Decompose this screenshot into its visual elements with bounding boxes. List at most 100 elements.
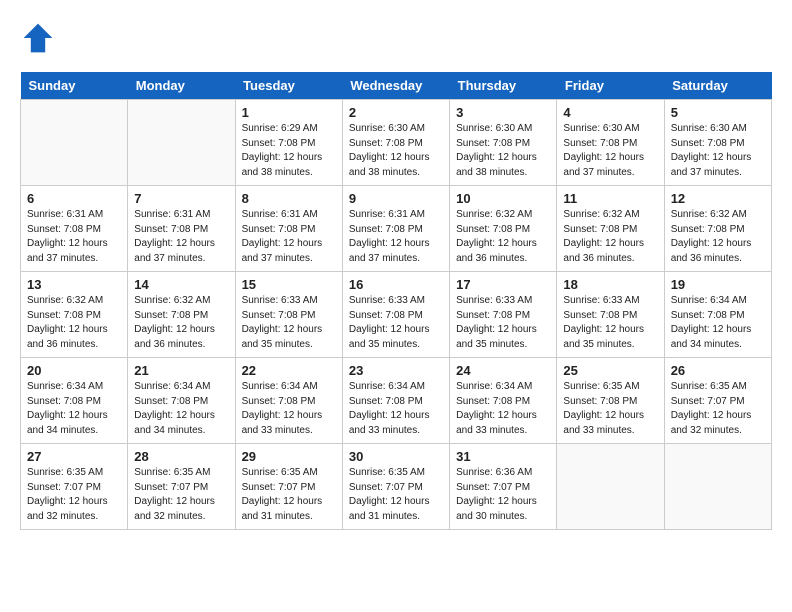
- day-cell: 30 Sunrise: 6:35 AM Sunset: 7:07 PM Dayli…: [342, 444, 449, 530]
- day-cell: 9 Sunrise: 6:31 AM Sunset: 7:08 PM Daylig…: [342, 186, 449, 272]
- day-number: 12: [671, 191, 765, 206]
- week-row-4: 20 Sunrise: 6:34 AM Sunset: 7:08 PM Dayli…: [21, 358, 772, 444]
- day-info: Sunrise: 6:35 AM Sunset: 7:08 PM Dayligh…: [563, 380, 657, 438]
- day-number: 19: [671, 277, 765, 292]
- day-info: Sunrise: 6:34 AM Sunset: 7:08 PM Dayligh…: [134, 380, 228, 438]
- day-number: 14: [134, 277, 228, 292]
- day-number: 29: [242, 449, 336, 464]
- day-cell: [21, 100, 128, 186]
- day-cell: [557, 444, 664, 530]
- day-info: Sunrise: 6:36 AM Sunset: 7:07 PM Dayligh…: [456, 466, 550, 524]
- day-cell: 25 Sunrise: 6:35 AM Sunset: 7:08 PM Dayli…: [557, 358, 664, 444]
- day-number: 18: [563, 277, 657, 292]
- day-number: 5: [671, 105, 765, 120]
- logo-icon: [20, 20, 56, 56]
- day-cell: 6Sunrise: 6:31 AM Sunset: 7:08 PM Daylig…: [21, 186, 128, 272]
- day-number: 26: [671, 363, 765, 378]
- day-number: 11: [563, 191, 657, 206]
- day-cell: 12 Sunrise: 6:32 AM Sunset: 7:08 PM Dayli…: [664, 186, 771, 272]
- day-cell: [128, 100, 235, 186]
- day-cell: 31 Sunrise: 6:36 AM Sunset: 7:07 PM Dayli…: [450, 444, 557, 530]
- day-info: Sunrise: 6:34 AM Sunset: 7:08 PM Dayligh…: [456, 380, 550, 438]
- day-number: 8: [242, 191, 336, 206]
- day-info: Sunrise: 6:34 AM Sunset: 7:08 PM Dayligh…: [27, 380, 121, 438]
- day-info: Sunrise: 6:32 AM Sunset: 7:08 PM Dayligh…: [563, 208, 657, 266]
- day-info: Sunrise: 6:31 AM Sunset: 7:08 PM Dayligh…: [27, 208, 121, 266]
- day-info: Sunrise: 6:30 AM Sunset: 7:08 PM Dayligh…: [349, 122, 443, 180]
- day-number: 21: [134, 363, 228, 378]
- day-cell: 17 Sunrise: 6:33 AM Sunset: 7:08 PM Dayli…: [450, 272, 557, 358]
- day-number: 24: [456, 363, 550, 378]
- weekday-header-row: SundayMondayTuesdayWednesdayThursdayFrid…: [21, 72, 772, 100]
- day-cell: 7 Sunrise: 6:31 AM Sunset: 7:08 PM Daylig…: [128, 186, 235, 272]
- day-info: Sunrise: 6:29 AM Sunset: 7:08 PM Dayligh…: [242, 122, 336, 180]
- day-number: 2: [349, 105, 443, 120]
- weekday-header-wednesday: Wednesday: [342, 72, 449, 100]
- week-row-5: 27 Sunrise: 6:35 AM Sunset: 7:07 PM Dayli…: [21, 444, 772, 530]
- weekday-header-sunday: Sunday: [21, 72, 128, 100]
- day-info: Sunrise: 6:35 AM Sunset: 7:07 PM Dayligh…: [349, 466, 443, 524]
- day-info: Sunrise: 6:32 AM Sunset: 7:08 PM Dayligh…: [27, 294, 121, 352]
- day-number: 25: [563, 363, 657, 378]
- day-cell: 21 Sunrise: 6:34 AM Sunset: 7:08 PM Dayli…: [128, 358, 235, 444]
- day-cell: 3 Sunrise: 6:30 AM Sunset: 7:08 PM Daylig…: [450, 100, 557, 186]
- page-header: [20, 20, 772, 56]
- week-row-1: 1 Sunrise: 6:29 AM Sunset: 7:08 PM Daylig…: [21, 100, 772, 186]
- day-cell: 23 Sunrise: 6:34 AM Sunset: 7:08 PM Dayli…: [342, 358, 449, 444]
- day-info: Sunrise: 6:35 AM Sunset: 7:07 PM Dayligh…: [134, 466, 228, 524]
- day-number: 9: [349, 191, 443, 206]
- day-info: Sunrise: 6:34 AM Sunset: 7:08 PM Dayligh…: [349, 380, 443, 438]
- day-cell: 11 Sunrise: 6:32 AM Sunset: 7:08 PM Dayli…: [557, 186, 664, 272]
- day-info: Sunrise: 6:35 AM Sunset: 7:07 PM Dayligh…: [27, 466, 121, 524]
- day-number: 30: [349, 449, 443, 464]
- day-info: Sunrise: 6:31 AM Sunset: 7:08 PM Dayligh…: [242, 208, 336, 266]
- day-cell: 26Sunrise: 6:35 AM Sunset: 7:07 PM Dayli…: [664, 358, 771, 444]
- day-info: Sunrise: 6:30 AM Sunset: 7:08 PM Dayligh…: [563, 122, 657, 180]
- day-info: Sunrise: 6:33 AM Sunset: 7:08 PM Dayligh…: [456, 294, 550, 352]
- day-info: Sunrise: 6:32 AM Sunset: 7:08 PM Dayligh…: [456, 208, 550, 266]
- day-number: 3: [456, 105, 550, 120]
- day-number: 13: [27, 277, 121, 292]
- day-cell: [664, 444, 771, 530]
- day-cell: 16Sunrise: 6:33 AM Sunset: 7:08 PM Dayli…: [342, 272, 449, 358]
- day-cell: 15Sunrise: 6:33 AM Sunset: 7:08 PM Dayli…: [235, 272, 342, 358]
- day-number: 15: [242, 277, 336, 292]
- weekday-header-saturday: Saturday: [664, 72, 771, 100]
- day-info: Sunrise: 6:31 AM Sunset: 7:08 PM Dayligh…: [134, 208, 228, 266]
- day-number: 16: [349, 277, 443, 292]
- day-cell: 2 Sunrise: 6:30 AM Sunset: 7:08 PM Daylig…: [342, 100, 449, 186]
- calendar-table: SundayMondayTuesdayWednesdayThursdayFrid…: [20, 72, 772, 530]
- day-cell: 5Sunrise: 6:30 AM Sunset: 7:08 PM Daylig…: [664, 100, 771, 186]
- day-info: Sunrise: 6:35 AM Sunset: 7:07 PM Dayligh…: [242, 466, 336, 524]
- day-number: 20: [27, 363, 121, 378]
- day-number: 28: [134, 449, 228, 464]
- day-number: 1: [242, 105, 336, 120]
- day-cell: 27 Sunrise: 6:35 AM Sunset: 7:07 PM Dayli…: [21, 444, 128, 530]
- day-cell: 10Sunrise: 6:32 AM Sunset: 7:08 PM Dayli…: [450, 186, 557, 272]
- day-number: 17: [456, 277, 550, 292]
- day-info: Sunrise: 6:32 AM Sunset: 7:08 PM Dayligh…: [671, 208, 765, 266]
- weekday-header-tuesday: Tuesday: [235, 72, 342, 100]
- weekday-header-monday: Monday: [128, 72, 235, 100]
- day-number: 31: [456, 449, 550, 464]
- day-cell: 13 Sunrise: 6:32 AM Sunset: 7:08 PM Dayli…: [21, 272, 128, 358]
- day-info: Sunrise: 6:34 AM Sunset: 7:08 PM Dayligh…: [671, 294, 765, 352]
- day-number: 27: [27, 449, 121, 464]
- day-info: Sunrise: 6:31 AM Sunset: 7:08 PM Dayligh…: [349, 208, 443, 266]
- week-row-3: 13 Sunrise: 6:32 AM Sunset: 7:08 PM Dayli…: [21, 272, 772, 358]
- day-cell: 8 Sunrise: 6:31 AM Sunset: 7:08 PM Daylig…: [235, 186, 342, 272]
- day-cell: 4 Sunrise: 6:30 AM Sunset: 7:08 PM Daylig…: [557, 100, 664, 186]
- weekday-header-friday: Friday: [557, 72, 664, 100]
- weekday-header-thursday: Thursday: [450, 72, 557, 100]
- day-info: Sunrise: 6:30 AM Sunset: 7:08 PM Dayligh…: [456, 122, 550, 180]
- day-number: 4: [563, 105, 657, 120]
- day-number: 7: [134, 191, 228, 206]
- day-number: 23: [349, 363, 443, 378]
- day-cell: 28 Sunrise: 6:35 AM Sunset: 7:07 PM Dayli…: [128, 444, 235, 530]
- day-cell: 19 Sunrise: 6:34 AM Sunset: 7:08 PM Dayli…: [664, 272, 771, 358]
- day-cell: 29 Sunrise: 6:35 AM Sunset: 7:07 PM Dayli…: [235, 444, 342, 530]
- day-info: Sunrise: 6:34 AM Sunset: 7:08 PM Dayligh…: [242, 380, 336, 438]
- logo: [20, 20, 60, 56]
- day-number: 22: [242, 363, 336, 378]
- week-row-2: 6Sunrise: 6:31 AM Sunset: 7:08 PM Daylig…: [21, 186, 772, 272]
